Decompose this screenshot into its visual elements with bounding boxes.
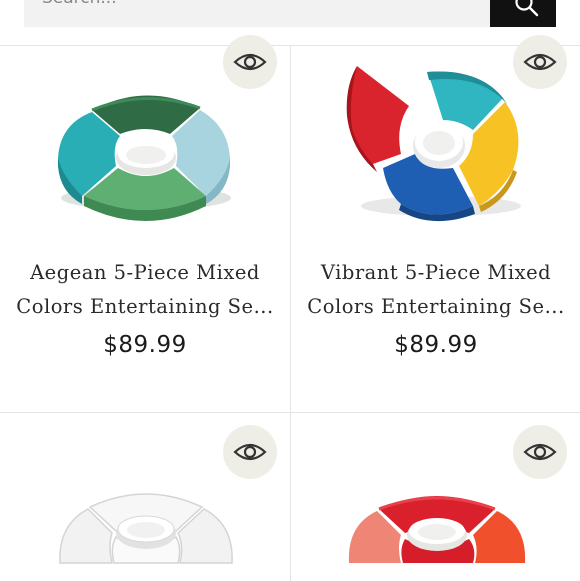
product-grid: Aegean 5-Piece Mixed Colors Entertaining… xyxy=(0,35,580,581)
eye-icon xyxy=(523,53,557,71)
quick-view-button[interactable] xyxy=(513,35,567,89)
product-card[interactable] xyxy=(291,413,580,581)
product-card[interactable]: Vibrant 5-Piece Mixed Colors Entertainin… xyxy=(291,35,580,412)
eye-icon xyxy=(233,443,267,461)
product-title-line[interactable]: Aegean 5-Piece Mixed xyxy=(0,256,290,290)
product-price: $89.99 xyxy=(394,332,478,358)
product-title[interactable]: Vibrant 5-Piece Mixed Colors Entertainin… xyxy=(291,256,580,324)
product-card[interactable] xyxy=(0,413,290,581)
product-title-line[interactable]: Colors Entertaining Se... xyxy=(0,290,290,324)
search-icon xyxy=(515,0,539,17)
eye-icon xyxy=(233,53,267,71)
quick-view-button[interactable] xyxy=(223,425,277,479)
product-title[interactable]: Aegean 5-Piece Mixed Colors Entertaining… xyxy=(0,256,290,324)
search-bar: Search... xyxy=(0,0,580,46)
product-title-line[interactable]: Vibrant 5-Piece Mixed xyxy=(291,256,580,290)
product-price: $89.99 xyxy=(103,332,187,358)
quick-view-button[interactable] xyxy=(513,425,567,479)
eye-icon xyxy=(523,443,557,461)
product-title-line[interactable]: Colors Entertaining Se... xyxy=(291,290,580,324)
product-card[interactable]: Aegean 5-Piece Mixed Colors Entertaining… xyxy=(0,35,290,412)
search-placeholder: Search... xyxy=(42,0,117,8)
quick-view-button[interactable] xyxy=(223,35,277,89)
search-button[interactable] xyxy=(490,0,556,27)
